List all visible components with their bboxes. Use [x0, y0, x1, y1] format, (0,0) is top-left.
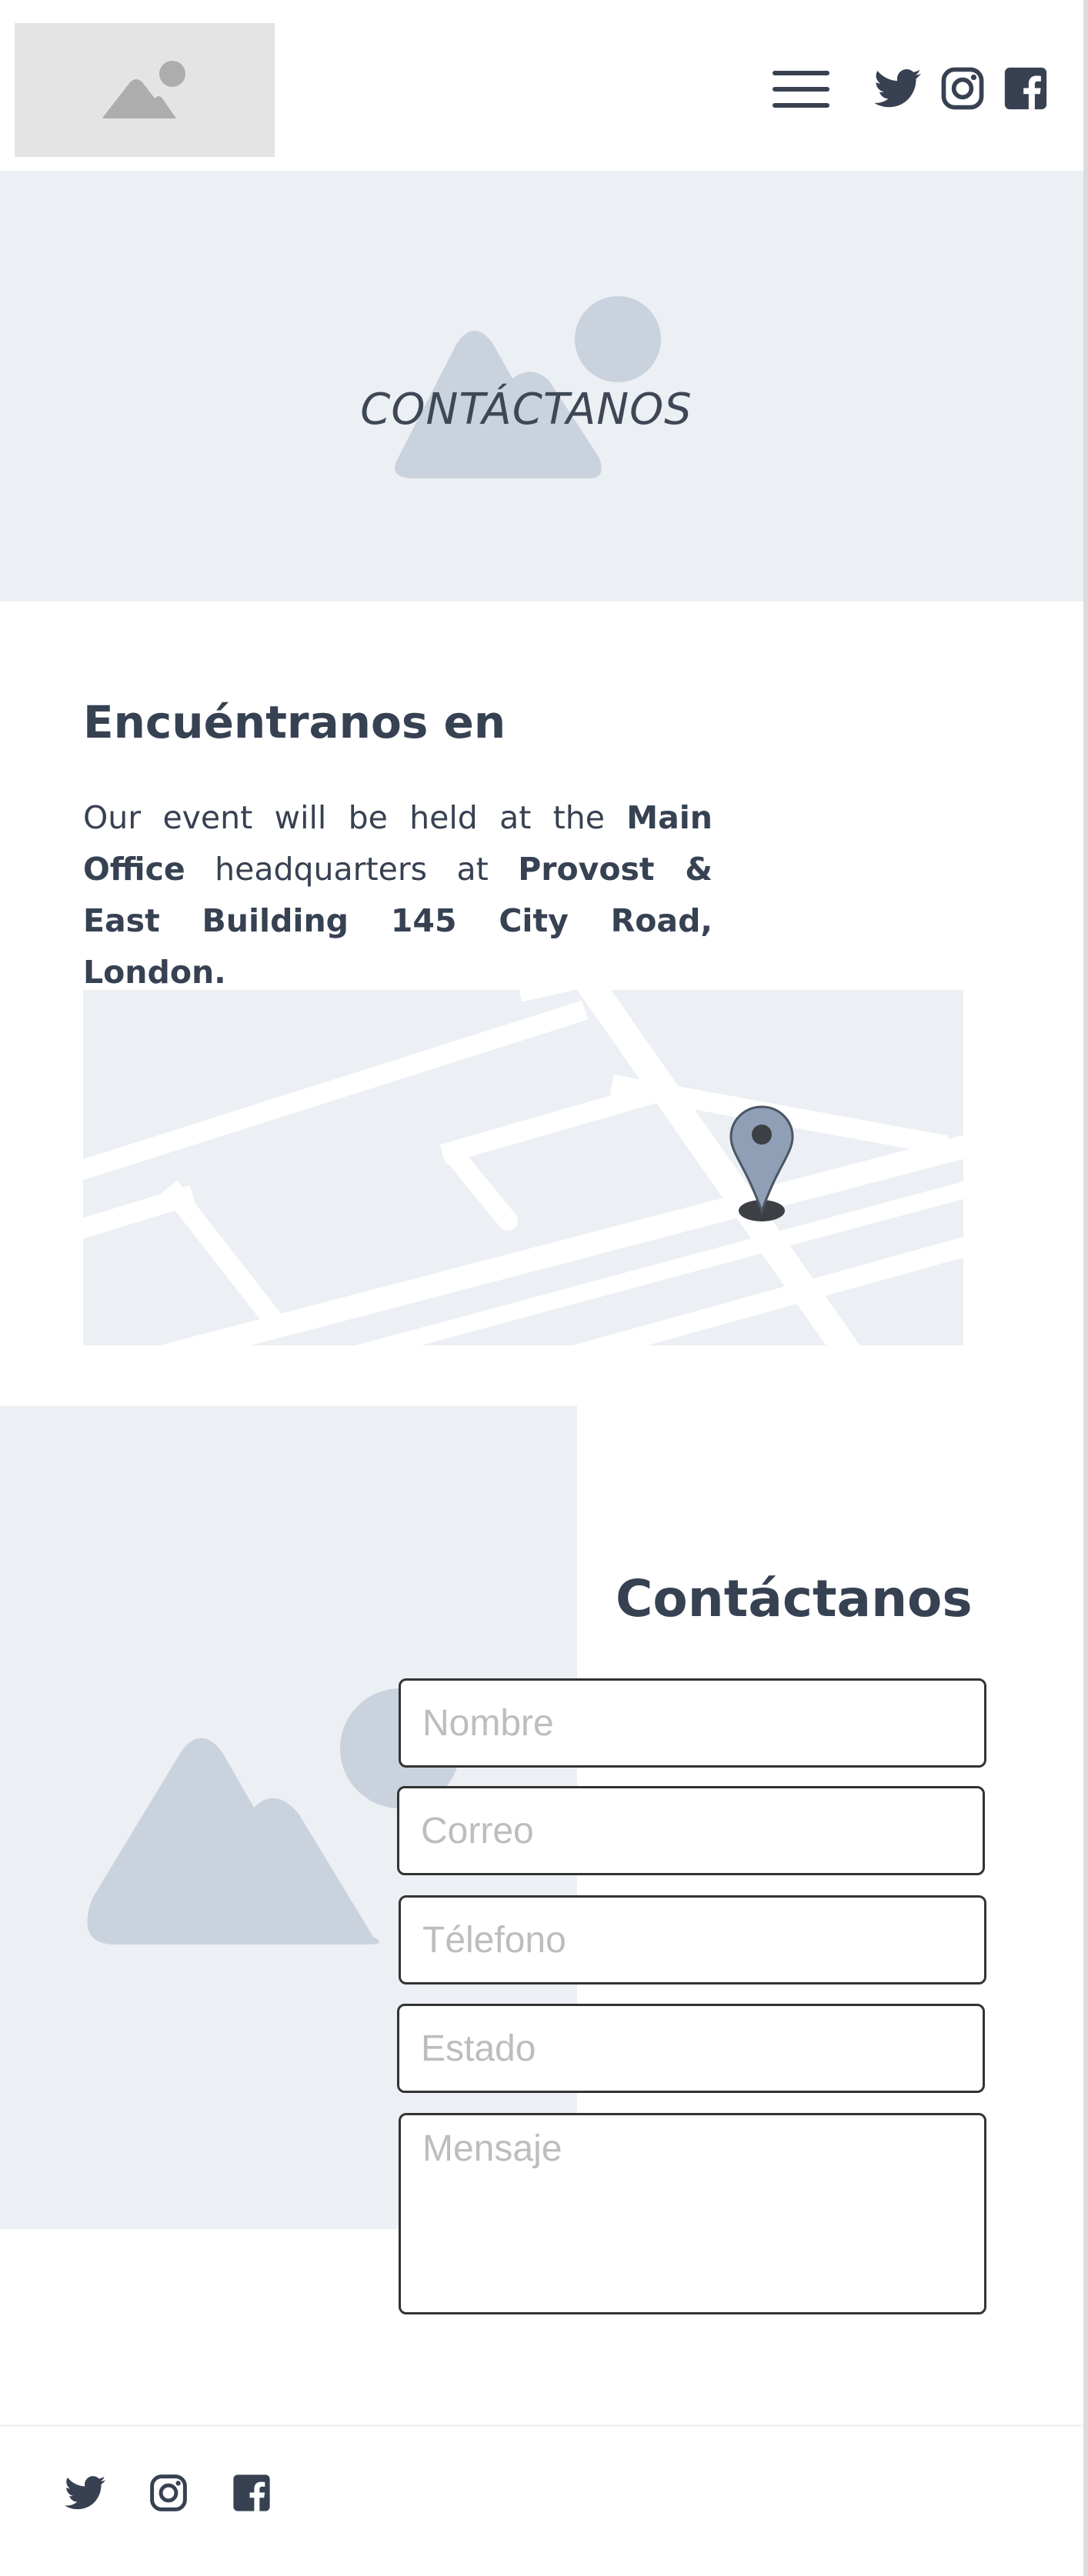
twitter-icon: [874, 68, 921, 108]
logo[interactable]: [15, 23, 275, 157]
phone-input[interactable]: [399, 1895, 986, 1984]
twitter-link-header[interactable]: [874, 65, 922, 112]
map-pin-icon[interactable]: [729, 1105, 794, 1224]
state-input[interactable]: [397, 2004, 985, 2093]
page-edge: [1083, 0, 1088, 2576]
location-map[interactable]: [83, 990, 963, 1345]
email-input[interactable]: [397, 1786, 985, 1875]
instagram-icon: [150, 2474, 187, 2511]
contact-heading: Contáctanos: [616, 1569, 973, 1628]
facebook-link-footer[interactable]: [231, 2472, 272, 2514]
hero-title: CONTÁCTANOS: [360, 385, 693, 435]
hamburger-menu-icon: [773, 71, 829, 108]
twitter-link-footer[interactable]: [65, 2472, 106, 2514]
map-placeholder: [83, 990, 963, 1345]
facebook-icon: [1004, 67, 1047, 110]
instagram-link-footer[interactable]: [148, 2472, 189, 2514]
facebook-icon: [233, 2474, 270, 2511]
menu-button[interactable]: [771, 68, 831, 111]
image-placeholder-icon: [102, 61, 185, 118]
name-input[interactable]: [399, 1678, 986, 1768]
instagram-link-header[interactable]: [939, 65, 986, 112]
instagram-icon: [941, 67, 984, 110]
twitter-icon: [65, 2476, 106, 2510]
facebook-link-header[interactable]: [1002, 65, 1050, 112]
find-us-text: Our event will be held at the Main Offic…: [83, 792, 713, 998]
message-textarea[interactable]: [399, 2113, 986, 2314]
footer-divider: [0, 2424, 1083, 2427]
find-us-text-part: Our event will be held at the: [83, 799, 627, 836]
find-us-heading: Encuéntranos en: [83, 696, 506, 748]
find-us-text-part: headquarters at: [185, 851, 519, 888]
